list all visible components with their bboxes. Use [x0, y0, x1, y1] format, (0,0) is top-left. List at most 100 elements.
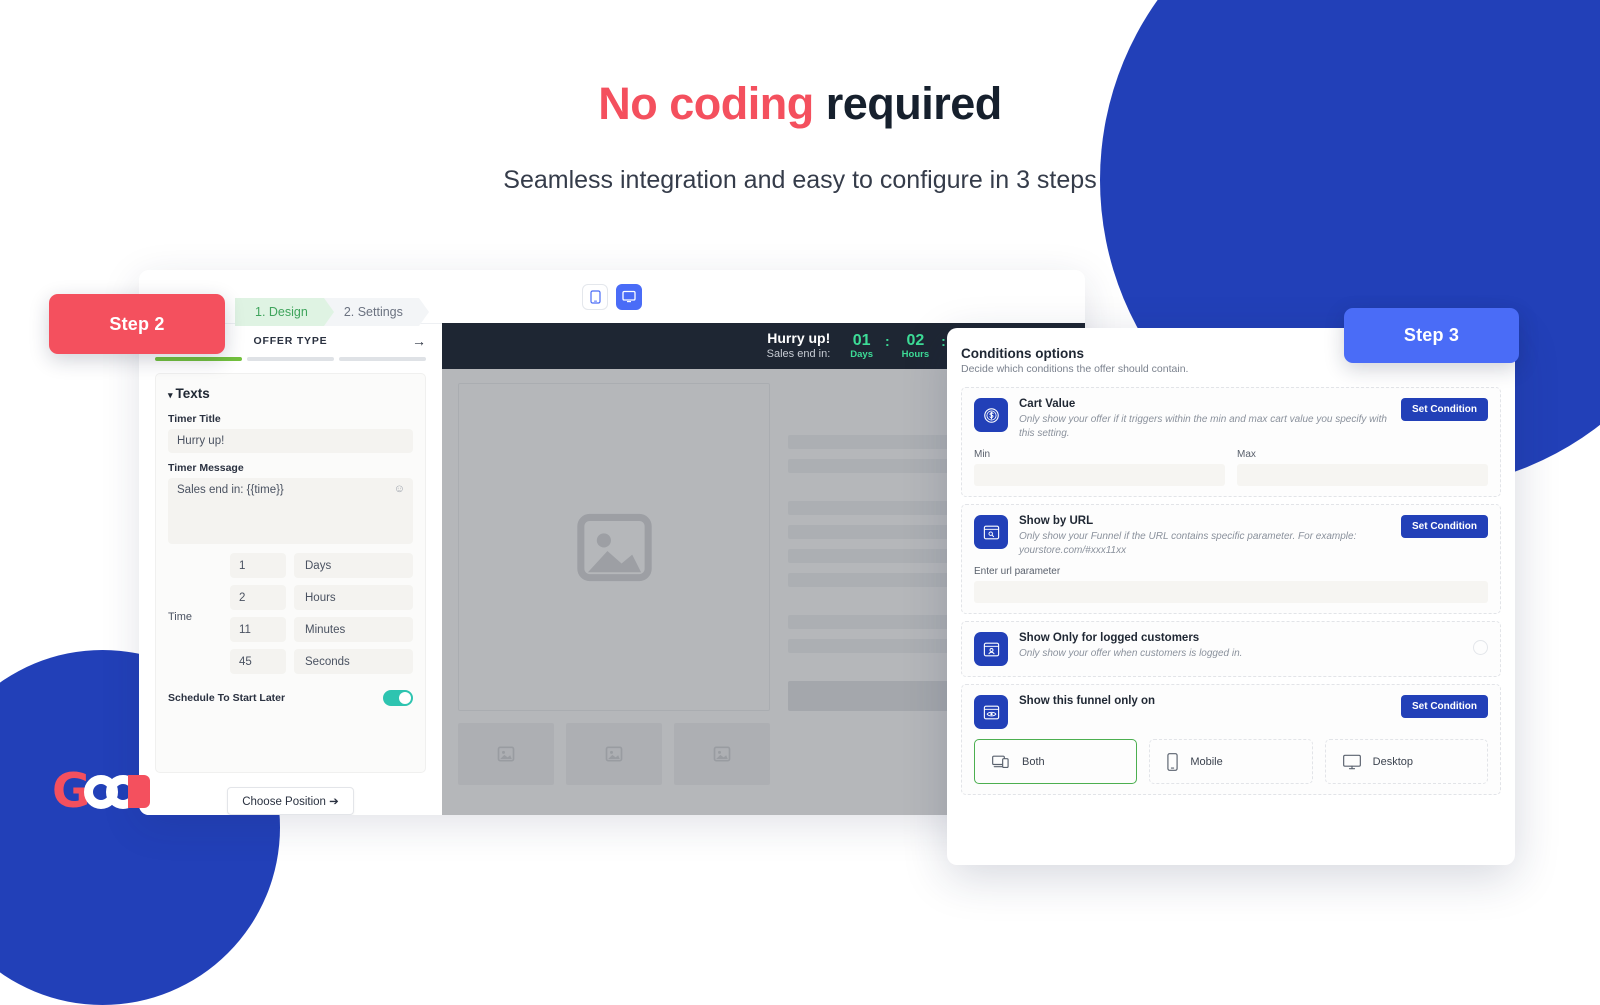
condition-name: Show this funnel only on	[1019, 695, 1156, 707]
timer-message-input[interactable]: Sales end in: {{time}} ☺	[168, 478, 413, 544]
time-row-days: 1 Days	[230, 553, 413, 578]
condition-cart-value: Cart Value Only show your offer if it tr…	[961, 387, 1501, 497]
step-tab-settings[interactable]: 2. Settings	[323, 298, 429, 326]
conditions-list: Cart Value Only show your offer if it tr…	[961, 387, 1501, 795]
device-option-both[interactable]: Both	[974, 739, 1138, 784]
cart-min-group: Min	[974, 449, 1225, 486]
choose-position-wrap: Choose Position ➔	[139, 787, 442, 815]
device-options: Both Mobile Desktop	[974, 739, 1488, 784]
cart-max-input[interactable]	[1237, 464, 1488, 486]
seconds-input[interactable]: 45	[230, 649, 286, 674]
progress-segments	[139, 357, 442, 361]
timer-unit-hours: 02 Hours	[902, 332, 929, 361]
conditions-panel: Conditions options Decide which conditio…	[947, 328, 1515, 865]
time-grid: 1 Days 2 Hours 11 Minutes 45 Seconds	[230, 553, 413, 681]
logged-customers-radio[interactable]	[1473, 640, 1488, 655]
condition-header: Show by URL Only show your Funnel if the…	[974, 515, 1488, 557]
editor-column: OFFER TYPE → ▾ Texts Timer Title Hurry up…	[139, 323, 442, 815]
step-breadcrumb: 1. Design 2. Settings	[235, 298, 429, 326]
progress-segment-2	[247, 357, 334, 361]
device-option-mobile[interactable]: Mobile	[1149, 739, 1313, 784]
url-parameter-group: Enter url parameter	[974, 566, 1488, 603]
logo-tail	[127, 775, 150, 808]
app-topbar: 1. Design 2. Settings	[139, 270, 1085, 326]
texts-panel-title[interactable]: ▾ Texts	[168, 386, 413, 401]
timer-days-label: Days	[850, 349, 873, 361]
minutes-unit[interactable]: Minutes	[294, 617, 413, 642]
mobile-icon	[1167, 752, 1178, 771]
cart-max-group: Max	[1237, 449, 1488, 486]
browser-user-icon	[974, 632, 1008, 666]
time-label: Time	[168, 611, 193, 623]
desktop-icon	[1342, 754, 1361, 769]
seconds-unit[interactable]: Seconds	[294, 649, 413, 674]
choose-position-button[interactable]: Choose Position ➔	[227, 787, 354, 815]
schedule-toggle[interactable]	[383, 690, 413, 706]
condition-text: Show Only for logged customers Only show…	[1019, 632, 1462, 661]
conditions-subtitle: Decide which conditions the offer should…	[961, 363, 1189, 375]
timer-title-label: Timer Title	[168, 413, 221, 425]
browser-eye-icon	[974, 695, 1008, 729]
timer-unit-days: 01 Days	[850, 332, 873, 361]
arrow-right-icon[interactable]: →	[412, 333, 426, 349]
timer-message-value: Sales end in: {{time}}	[177, 484, 284, 496]
preview-mobile-button[interactable]	[582, 283, 608, 310]
cart-min-label: Min	[974, 449, 991, 460]
timer-message-label: Timer Message	[168, 462, 244, 474]
mobile-icon	[589, 289, 601, 304]
timer-title-input[interactable]: Hurry up!	[168, 429, 413, 453]
set-condition-cart-value-button[interactable]: Set Condition	[1401, 398, 1488, 421]
offer-type-label: OFFER TYPE	[253, 334, 328, 347]
time-row-hours: 2 Hours	[230, 585, 413, 610]
schedule-row: Schedule To Start Later	[168, 690, 413, 706]
condition-header: Show Only for logged customers Only show…	[974, 632, 1488, 666]
page-subtitle: Seamless integration and easy to configu…	[503, 166, 1097, 194]
hours-unit[interactable]: Hours	[294, 585, 413, 610]
coin-dollar-icon	[974, 398, 1008, 432]
hours-input[interactable]: 2	[230, 585, 286, 610]
condition-text: Cart Value Only show your offer if it tr…	[1019, 398, 1390, 440]
step-3-badge: Step 3	[1344, 308, 1519, 363]
timer-bar-text: Hurry up! Sales end in:	[767, 330, 831, 361]
condition-show-funnel-on: Show this funnel only on Set Condition B…	[961, 684, 1501, 795]
condition-description: Only show your Funnel if the URL contain…	[1019, 531, 1357, 556]
condition-text: Show this funnel only on	[1019, 695, 1390, 707]
progress-segment-3	[339, 357, 426, 361]
days-unit[interactable]: Days	[294, 553, 413, 578]
cart-max-label: Max	[1237, 449, 1256, 460]
schedule-label: Schedule To Start Later	[168, 692, 286, 704]
desktop-icon	[622, 290, 636, 303]
days-input[interactable]: 1	[230, 553, 286, 578]
timer-separator-1: :	[884, 333, 890, 349]
texts-panel: ▾ Texts Timer Title Hurry up! Timer Messa…	[155, 373, 426, 773]
cart-min-input[interactable]	[974, 464, 1225, 486]
brand-logo: G	[52, 768, 150, 815]
chevron-down-icon: ▾	[168, 390, 173, 400]
condition-description: Only show your offer if it triggers with…	[1019, 414, 1387, 439]
url-parameter-input[interactable]	[974, 581, 1488, 603]
condition-name: Cart Value	[1019, 398, 1076, 410]
hero-section: No coding required Seamless integration …	[0, 0, 1600, 195]
timer-hours-label: Hours	[901, 349, 930, 361]
preview-desktop-button[interactable]	[616, 283, 642, 310]
page-title-rest: required	[825, 78, 1003, 129]
time-settings-row: Time 1 Days 2 Hours 11 Minutes 45 Second…	[168, 553, 413, 681]
device-option-desktop[interactable]: Desktop	[1324, 739, 1488, 784]
condition-show-by-url: Show by URL Only show your Funnel if the…	[961, 504, 1501, 614]
condition-header: Show this funnel only on Set Condition	[974, 695, 1488, 729]
timer-days-value: 01	[852, 331, 871, 349]
set-condition-show-by-url-button[interactable]: Set Condition	[1401, 515, 1488, 538]
time-row-minutes: 11 Minutes	[230, 617, 413, 642]
set-condition-show-funnel-button[interactable]: Set Condition	[1401, 695, 1488, 718]
minutes-input[interactable]: 11	[230, 617, 286, 642]
timer-hours-value: 02	[906, 331, 925, 349]
condition-name: Show by URL	[1019, 515, 1094, 527]
texts-label: Texts	[175, 386, 210, 401]
step-2-badge: Step 2	[49, 294, 225, 354]
time-row-seconds: 45 Seconds	[230, 649, 413, 674]
condition-description: Only show your offer when customers is l…	[1019, 648, 1243, 659]
app-preview-card: 1. Design 2. Settings OFFER TYPE → ▾ Tex…	[139, 270, 1085, 815]
emoji-icon[interactable]: ☺	[394, 483, 405, 495]
step-tab-design[interactable]: 1. Design	[235, 298, 334, 326]
device-option-label: Mobile	[1190, 755, 1223, 768]
